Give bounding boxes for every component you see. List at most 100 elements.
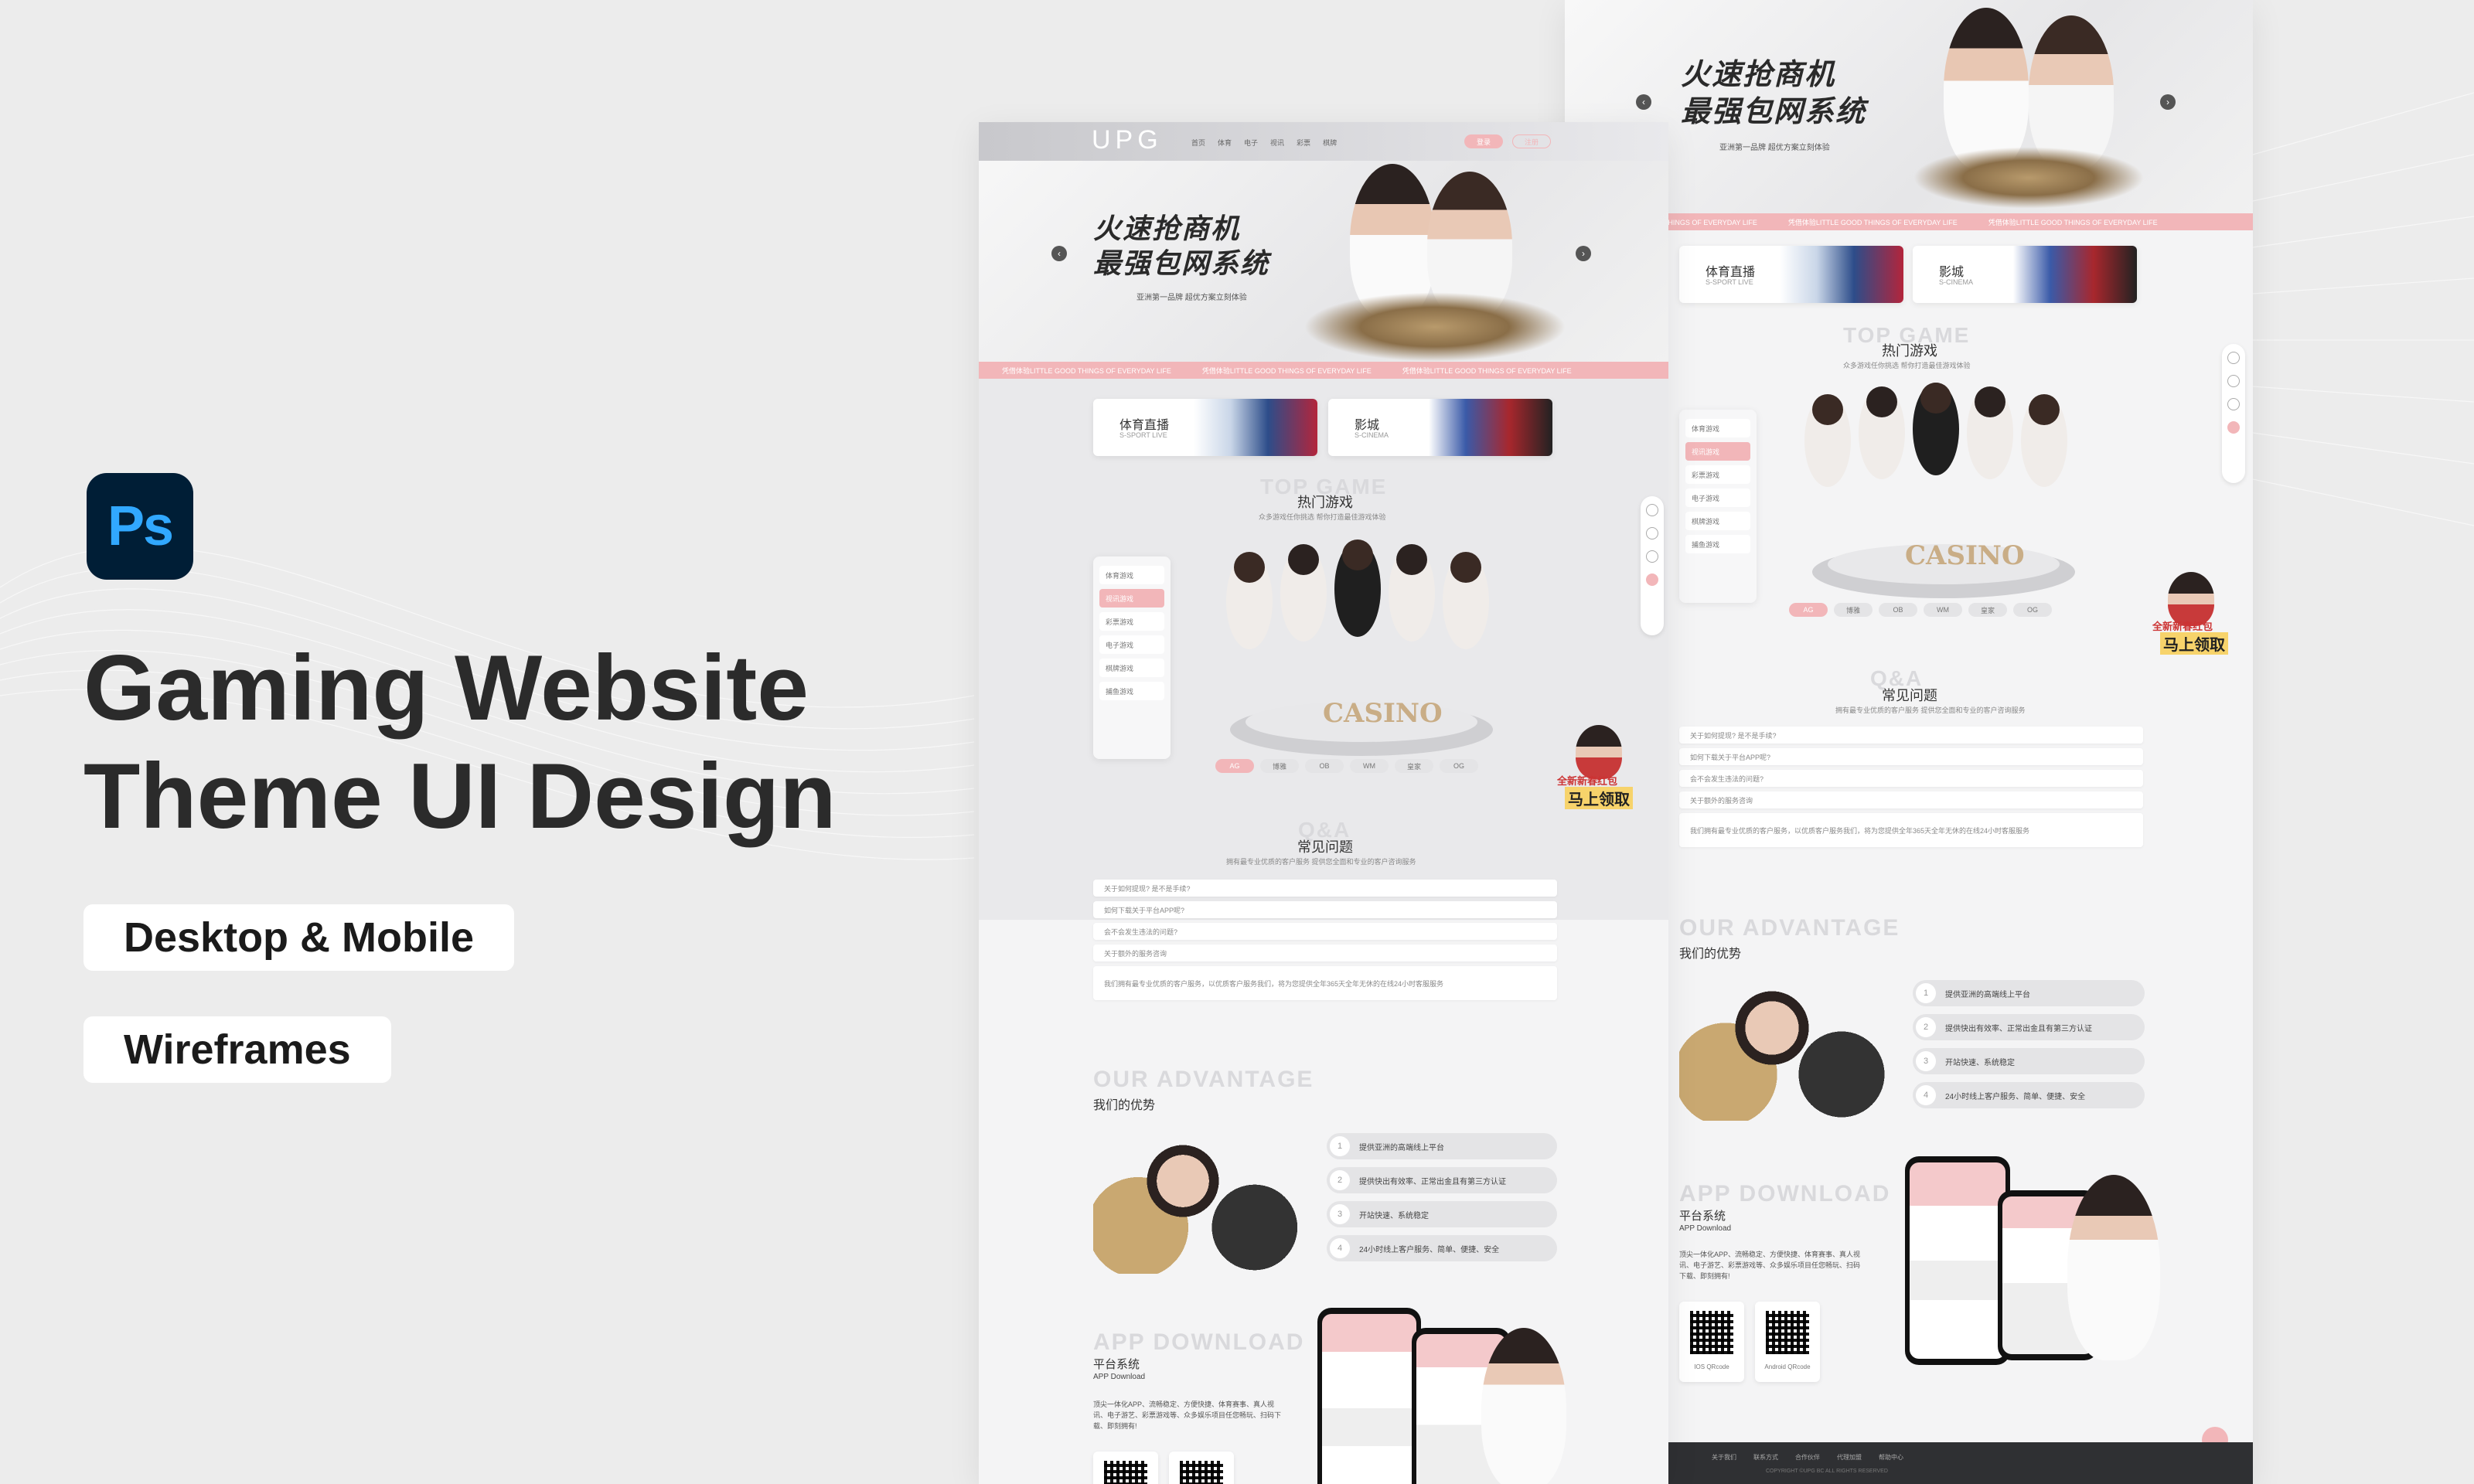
desktop-adv-item-3: 3 开站快速、系统稳定 [1327, 1201, 1557, 1227]
desktop-adv-item-4: 4 24小时线上客户服务、简单、便捷、安全 [1327, 1235, 1557, 1261]
desktop-card-sport-subtitle: S-SPORT LIVE [1119, 431, 1167, 439]
mobile-menu-item-fishing[interactable]: 捕鱼游戏 [1685, 535, 1750, 553]
desktop-register-button[interactable]: 注册 [1512, 134, 1551, 148]
desktop-app-model [1481, 1328, 1566, 1484]
mobile-qr-android-label: Android QRcode [1764, 1363, 1811, 1370]
mobile-adv-item-4: 4 24小时线上客户服务、简单、便捷、安全 [1913, 1082, 2145, 1108]
mobile-qr-android-code-icon [1766, 1311, 1809, 1354]
desktop-qa-title: 常见问题 [1297, 839, 1353, 855]
mobile-faq-list: 关于如何提现? 是不是手续? 如何下载关于平台APP呢? 会不会发生违法的问题?… [1679, 727, 2143, 847]
desktop-nav-cards[interactable]: 棋牌 [1323, 138, 1337, 148]
desktop-nav-sport[interactable]: 体育 [1218, 138, 1232, 148]
desktop-brand-tab-hj[interactable]: 皇家 [1395, 759, 1433, 773]
mobile-hero-prev-arrow-icon[interactable]: ‹ [1636, 94, 1651, 110]
mobile-hero-title-line-1: 火速抢商机 [1681, 56, 1836, 91]
desktop-side-customer-service-icon[interactable] [1646, 504, 1658, 516]
desktop-hero-title-line-1: 火速抢商机 [1093, 213, 1241, 245]
desktop-faq-item-2[interactable]: 如何下载关于平台APP呢? [1093, 901, 1557, 918]
mobile-faq-item-1[interactable]: 关于如何提现? 是不是手续? [1679, 727, 2143, 744]
desktop-faq-item-4[interactable]: 关于额外的服务咨询 [1093, 945, 1557, 962]
mobile-brand-tab-og[interactable]: OG [2013, 603, 2052, 617]
desktop-card-cinema[interactable]: 影城 S-CINEMA [1328, 399, 1552, 456]
mobile-menu-item-sport[interactable]: 体育游戏 [1685, 419, 1750, 437]
mobile-card-sport-subtitle: S-SPORT LIVE [1706, 278, 1753, 286]
mobile-adv-text-3: 开站快速、系统稳定 [1945, 1058, 2015, 1067]
mobile-card-cinema-art [2013, 246, 2137, 303]
mobile-app-model [2067, 1175, 2160, 1360]
mobile-adv-art [1679, 966, 1911, 1121]
desktop-adv-title: 我们的优势 [1093, 1099, 1156, 1112]
desktop-menu-item-slots[interactable]: 电子游戏 [1099, 635, 1164, 654]
mobile-footer-link-1[interactable]: 关于我们 [1712, 1453, 1736, 1462]
mobile-side-customer-service-icon[interactable] [2227, 352, 2240, 364]
mobile-faq-item-3[interactable]: 会不会发生违法的问题? [1679, 770, 2143, 787]
mobile-brand-tab-by[interactable]: 博雅 [1834, 603, 1873, 617]
desktop-brand-tab-wm[interactable]: WM [1350, 759, 1389, 773]
desktop-menu-item-cards[interactable]: 棋牌游戏 [1099, 659, 1164, 677]
desktop-card-cinema-art [1429, 399, 1552, 456]
desktop-promo-text-2: 马上领取 [1565, 787, 1633, 809]
mobile-card-sport-live[interactable]: 体育直播 S-SPORT LIVE [1679, 246, 1903, 303]
desktop-side-user-icon[interactable] [1646, 550, 1658, 563]
mobile-promo-text-1: 全新新春红包 [2152, 621, 2213, 632]
mobile-side-top-icon[interactable] [2227, 421, 2240, 434]
mobile-footer-link-2[interactable]: 联系方式 [1753, 1453, 1778, 1462]
desktop-menu-item-lottery[interactable]: 彩票游戏 [1099, 612, 1164, 631]
mobile-side-chat-icon[interactable] [2227, 375, 2240, 387]
desktop-promo-badge[interactable]: 全新新春红包 马上领取 [1557, 725, 1650, 810]
desktop-login-button[interactable]: 登录 [1464, 134, 1503, 148]
desktop-nav-slots[interactable]: 电子 [1244, 138, 1258, 148]
mobile-adv-item-3: 3 开站快速、系统稳定 [1913, 1048, 2145, 1074]
mobile-hero-next-arrow-icon[interactable]: › [2160, 94, 2176, 110]
desktop-faq-item-3[interactable]: 会不会发生违法的问题? [1093, 923, 1557, 940]
desktop-brand-tab-ob[interactable]: OB [1305, 759, 1344, 773]
mobile-qr-ios-label: IOS QRcode [1694, 1363, 1729, 1370]
desktop-nav-lottery[interactable]: 彩票 [1297, 138, 1310, 148]
mobile-footer-link-5[interactable]: 帮助中心 [1879, 1453, 1903, 1462]
mobile-card-cinema[interactable]: 影城 S-CINEMA [1913, 246, 2137, 303]
desktop-menu-item-live[interactable]: 视讯游戏 [1099, 589, 1164, 608]
desktop-card-sport-live[interactable]: 体育直播 S-SPORT LIVE [1093, 399, 1317, 456]
mobile-faq-item-2[interactable]: 如何下载关于平台APP呢? [1679, 748, 2143, 765]
mobile-brand-tab-ag[interactable]: AG [1789, 603, 1828, 617]
desktop-casino-models [1226, 539, 1489, 649]
mobile-brand-tab-ob[interactable]: OB [1879, 603, 1917, 617]
mobile-faq-item-4[interactable]: 关于额外的服务咨询 [1679, 791, 2143, 808]
mobile-menu-item-live[interactable]: 视讯游戏 [1685, 442, 1750, 461]
mobile-footer-link-4[interactable]: 代理加盟 [1837, 1453, 1862, 1462]
desktop-brand-tab-by[interactable]: 博雅 [1260, 759, 1299, 773]
mobile-brand-tab-wm[interactable]: WM [1924, 603, 1962, 617]
desktop-nav-live[interactable]: 视讯 [1270, 138, 1284, 148]
mobile-app-subtitle: APP Download [1679, 1224, 1732, 1233]
desktop-card-sport-art [1194, 399, 1317, 456]
mobile-footer-link-3[interactable]: 合作伙伴 [1795, 1453, 1820, 1462]
mobile-menu-item-lottery[interactable]: 彩票游戏 [1685, 465, 1750, 484]
desktop-hero-next-arrow-icon[interactable]: › [1576, 246, 1591, 261]
mobile-promo-badge[interactable]: 全新新春红包 马上领取 [2152, 572, 2237, 657]
desktop-brand-tab-og[interactable]: OG [1440, 759, 1478, 773]
desktop-hero-subtitle: 亚洲第一品牌 超优方案立刻体验 [1136, 294, 1247, 302]
mobile-card-cinema-subtitle: S-CINEMA [1939, 278, 1974, 286]
desktop-logo[interactable]: UPG [1092, 125, 1163, 155]
mobile-adv-num-2: 2 [1916, 1017, 1936, 1037]
desktop-adv-num-3: 3 [1330, 1204, 1350, 1224]
mobile-card-sport-art [1780, 246, 1903, 303]
mobile-side-user-icon[interactable] [2227, 398, 2240, 410]
desktop-side-chat-icon[interactable] [1646, 527, 1658, 539]
mobile-brand-tab-hj[interactable]: 皇家 [1968, 603, 2007, 617]
desktop-faq-item-1[interactable]: 关于如何提现? 是不是手续? [1093, 880, 1557, 897]
desktop-menu-item-fishing[interactable]: 捕鱼游戏 [1099, 682, 1164, 700]
tag-wireframes: Wireframes [83, 1016, 391, 1083]
desktop-brand-tab-ag[interactable]: AG [1215, 759, 1254, 773]
desktop-menu-item-sport[interactable]: 体育游戏 [1099, 566, 1164, 584]
desktop-phone-mockup-1 [1317, 1308, 1421, 1484]
mobile-menu-item-slots[interactable]: 电子游戏 [1685, 488, 1750, 507]
desktop-adv-text-3: 开站快速、系统稳定 [1359, 1211, 1429, 1220]
mobile-menu-item-cards[interactable]: 棋牌游戏 [1685, 512, 1750, 530]
mobile-casino-models [1804, 383, 2067, 487]
desktop-nav-home[interactable]: 首页 [1191, 138, 1205, 148]
desktop-hero-prev-arrow-icon[interactable]: ‹ [1051, 246, 1067, 261]
desktop-side-top-icon[interactable] [1646, 574, 1658, 586]
desktop-ticker-text-2: 凭借体验LITTLE GOOD THINGS OF EVERYDAY LIFE [1201, 366, 1372, 375]
desktop-adv-list: 1 提供亚洲的高端线上平台 2 提供快出有效率、正常出金且有第三方认证 3 开站快速、… [1327, 1133, 1557, 1269]
